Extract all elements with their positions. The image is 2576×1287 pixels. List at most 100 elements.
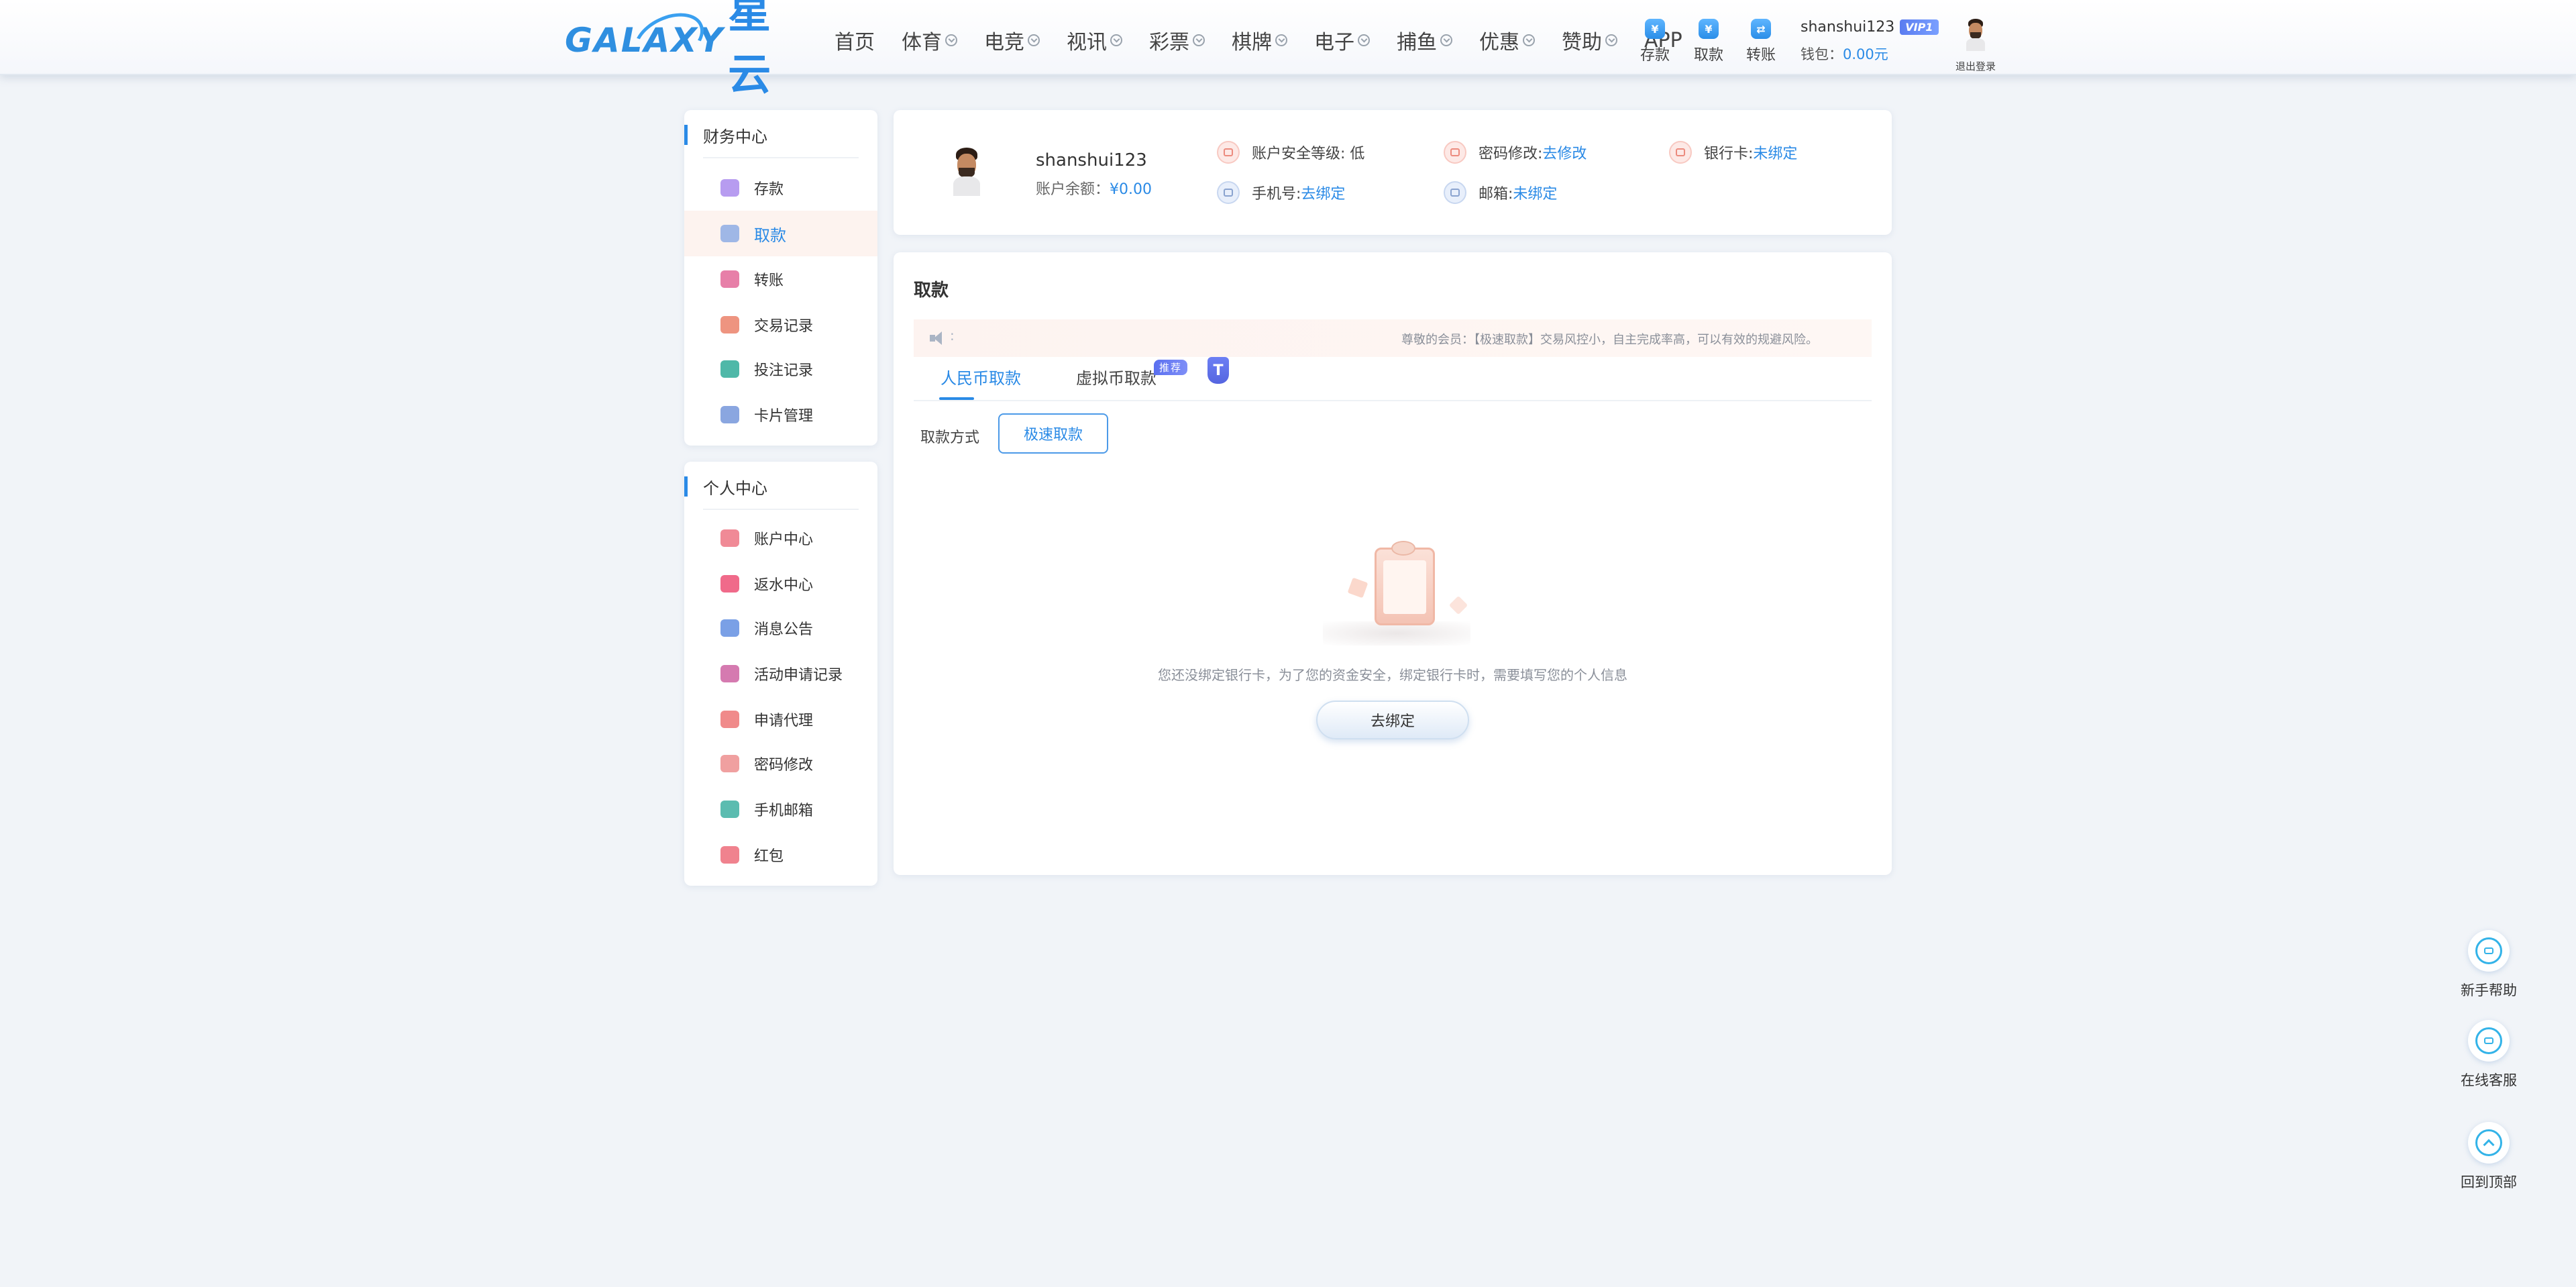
- bank-card-icon: [1669, 141, 1692, 164]
- bell-icon: [720, 619, 739, 637]
- finance-center-title: 财务中心: [684, 123, 767, 146]
- card-icon: [720, 406, 739, 423]
- lock-icon: [1444, 141, 1466, 164]
- top-header: GALAXY 星云 首页 体育 电竞 视讯 彩票 棋牌 电子 捕鱼 优惠 赞助 …: [0, 0, 2576, 100]
- bind-email-link[interactable]: 未绑定: [1513, 182, 1557, 203]
- wallet-balance: 钱包：0.00元: [1801, 46, 1888, 62]
- back-to-top-button[interactable]: 回到顶部: [2449, 1122, 2529, 1192]
- bankcard-status: 银行卡: 未绑定: [1669, 141, 1797, 164]
- sidebar-item-red-envelope[interactable]: 红包: [684, 832, 877, 878]
- sidebar-item-password[interactable]: 密码修改: [684, 741, 877, 786]
- chevron-down-icon: [1440, 34, 1452, 46]
- sidebar-item-transaction-record[interactable]: 交易记录: [684, 302, 877, 348]
- sidebar-item-rebate-center[interactable]: 返水中心: [684, 561, 877, 607]
- nav-item-sponsor[interactable]: 赞助: [1562, 25, 1617, 55]
- avatar: [950, 148, 983, 196]
- tab-crypto-withdraw[interactable]: 虚拟币取款: [1076, 365, 1157, 389]
- newbie-help-button[interactable]: 新手帮助: [2449, 930, 2529, 1000]
- user-card-icon: [720, 665, 739, 682]
- main-nav: 首页 体育 电竞 视讯 彩票 棋牌 电子 捕鱼 优惠 赞助 APP: [835, 25, 1709, 55]
- sidebar-item-announcements[interactable]: 消息公告: [684, 605, 877, 651]
- chevron-down-icon: [1605, 34, 1617, 46]
- help-icon: [2475, 937, 2502, 964]
- gift-icon: [720, 575, 739, 593]
- sidebar-item-activity-records[interactable]: 活动申请记录: [684, 651, 877, 697]
- logout-button[interactable]: 退出登录: [1952, 59, 1999, 73]
- withdraw-tabs: 人民币取款 虚拟币取款 推荐 T: [914, 357, 1872, 401]
- change-password-link[interactable]: 去修改: [1542, 142, 1587, 163]
- page-title: 取款: [914, 280, 949, 301]
- logo-ring-graphic: [625, 3, 712, 76]
- password-status: 密码修改: 去修改: [1444, 141, 1587, 164]
- tether-icon: T: [1208, 357, 1229, 384]
- withdraw-icon: ¥: [1699, 19, 1719, 39]
- tab-rmb-withdraw[interactable]: 人民币取款: [941, 365, 1021, 389]
- bind-bankcard-link[interactable]: 未绑定: [1753, 142, 1797, 163]
- header-username: shanshui123: [1801, 19, 1895, 36]
- empty-state-message: 您还没绑定银行卡，为了您的资金安全，绑定银行卡时，需要填写您的个人信息: [1158, 667, 1627, 683]
- back-to-top-icon: [2475, 1129, 2502, 1156]
- agent-icon: [720, 711, 739, 728]
- withdraw-panel: 取款 : 尊敬的会员：【极速取款】交易风控小，自主完成率高，可以有效的规避风险。…: [894, 252, 1892, 875]
- transfer-icon: [720, 270, 739, 288]
- lock-icon: [720, 755, 739, 772]
- profile-summary-card: shanshui123 账户余额：¥0.00 账户安全等级: 低 密码修改: 去…: [894, 110, 1892, 235]
- profile-balance: 账户余额：¥0.00: [1036, 181, 1152, 198]
- fast-withdraw-option[interactable]: 极速取款: [998, 413, 1108, 454]
- deposit-icon: ¥: [1645, 19, 1665, 39]
- security-level: 账户安全等级: 低: [1217, 141, 1364, 164]
- sidebar-item-deposit[interactable]: 存款: [684, 165, 877, 211]
- red-envelope-icon: [720, 846, 739, 864]
- deposit-icon: [720, 179, 739, 197]
- user-info: shanshui123 VIP1 钱包：0.00元: [1801, 19, 1939, 64]
- vip-badge: VIP1: [1900, 19, 1939, 35]
- recommend-badge: 推荐: [1154, 360, 1188, 375]
- sidebar-item-account-center[interactable]: 账户中心: [684, 515, 877, 561]
- nav-item-home[interactable]: 首页: [835, 25, 875, 55]
- headset-icon: [2475, 1027, 2502, 1054]
- quick-transfer-button[interactable]: ⇄ 转账: [1737, 19, 1784, 64]
- email-status: 邮箱: 未绑定: [1444, 181, 1557, 204]
- notice-text: 尊敬的会员：【极速取款】交易风控小，自主完成率高，可以有效的规避风险。: [1401, 333, 1818, 347]
- phone-status: 手机号: 去绑定: [1217, 181, 1345, 204]
- nav-item-live[interactable]: 视讯: [1067, 25, 1122, 55]
- transfer-icon: ⇄: [1751, 19, 1771, 39]
- profile-username: shanshui123: [1036, 150, 1147, 170]
- sidebar-item-phone-email[interactable]: 手机邮箱: [684, 786, 877, 832]
- nav-item-esports[interactable]: 电竞: [984, 25, 1040, 55]
- finance-center-menu: 财务中心 存款 取款 转账 交易记录 投注记录 卡片管理: [684, 110, 877, 446]
- nav-item-sports[interactable]: 体育: [902, 25, 957, 55]
- online-service-button[interactable]: 在线客服: [2449, 1020, 2529, 1090]
- chevron-down-icon: [1110, 34, 1122, 46]
- withdraw-method-label: 取款方式: [920, 429, 980, 446]
- quick-deposit-button[interactable]: ¥ 存款: [1631, 19, 1678, 64]
- sidebar-item-transfer[interactable]: 转账: [684, 256, 877, 302]
- bind-phone-link[interactable]: 去绑定: [1301, 182, 1345, 203]
- sidebar-item-withdraw[interactable]: 取款: [684, 211, 877, 256]
- shield-icon: [1217, 141, 1240, 164]
- heart-icon: [720, 529, 739, 547]
- sidebar-item-apply-agent[interactable]: 申请代理: [684, 697, 877, 742]
- chevron-down-icon: [1358, 34, 1370, 46]
- personal-center-title: 个人中心: [684, 475, 767, 498]
- speaker-icon: [930, 331, 946, 345]
- nav-item-promotions[interactable]: 优惠: [1479, 25, 1535, 55]
- nav-item-lottery[interactable]: 彩票: [1149, 25, 1205, 55]
- nav-item-fishing[interactable]: 捕鱼: [1397, 25, 1452, 55]
- active-tab-indicator: [939, 397, 974, 400]
- chevron-down-icon: [945, 34, 957, 46]
- transaction-record-icon: [720, 316, 739, 333]
- sidebar-item-bet-record[interactable]: 投注记录: [684, 346, 877, 392]
- chevron-down-icon: [1275, 34, 1287, 46]
- mail-icon: [1444, 181, 1466, 204]
- quick-withdraw-button[interactable]: ¥ 取款: [1685, 19, 1732, 64]
- phone-icon: [1217, 181, 1240, 204]
- bind-bankcard-button[interactable]: 去绑定: [1316, 701, 1469, 739]
- mail-icon: [720, 801, 739, 818]
- nav-item-chess[interactable]: 棋牌: [1232, 25, 1287, 55]
- nav-item-slots[interactable]: 电子: [1314, 25, 1370, 55]
- avatar[interactable]: [1964, 19, 1987, 51]
- galaxy-logo[interactable]: GALAXY 星云: [565, 0, 771, 100]
- sidebar-item-card-management[interactable]: 卡片管理: [684, 392, 877, 437]
- bet-record-icon: [720, 360, 739, 378]
